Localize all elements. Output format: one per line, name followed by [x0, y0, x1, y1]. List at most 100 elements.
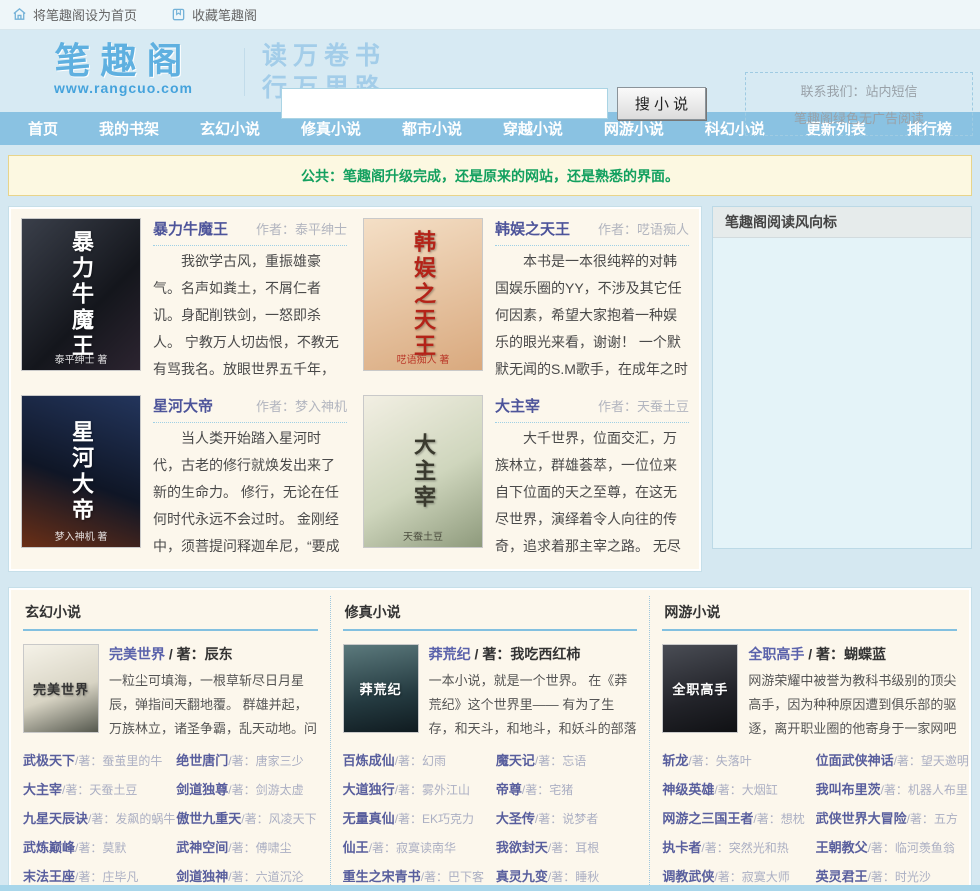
site-header: 笔趣阁 www.rangcuo.com 读万卷书 行万里路 搜 小 说 联系我们… [0, 30, 980, 136]
list-item[interactable]: 傲世九重天/著：风凌天下 [176, 804, 317, 833]
contact-box: 联系我们：站内短信 笔趣阁绿色无广告阅读 [745, 72, 973, 136]
site-logo[interactable]: 笔趣阁 www.rangcuo.com [16, 40, 231, 97]
list-item[interactable]: 大圣传/著：说梦者 [496, 804, 637, 833]
nav-item-bookshelf[interactable]: 我的书架 [99, 118, 159, 139]
nav-item-chuanyue[interactable]: 穿越小说 [503, 118, 563, 139]
featured-book-2: 韩娱之天王 呓语痴人 著 韩娱之天王 作者：呓语痴人 本书是一本很纯粹的对韩国娱… [363, 218, 689, 383]
book-cover[interactable]: 星河大帝 梦入神机 著 [21, 395, 141, 548]
list-item[interactable]: 武极天下/著：蚕茧里的牛 [23, 746, 176, 775]
list-item[interactable]: 网游之三国王者/著：想枕 [662, 804, 815, 833]
reading-trend-panel: 笔趣阁阅读风向标 [712, 206, 972, 549]
cover-title: 星河大帝 [69, 419, 94, 524]
book-cover[interactable]: 暴力牛魔王 泰平绅士 著 [21, 218, 141, 371]
book-cover[interactable]: 韩娱之天王 呓语痴人 著 [363, 218, 483, 371]
book-description: 大千世界，位面交汇，万族林立，群雄荟萃，一位位来自下位面的天之至尊，在这无尽世界… [495, 430, 681, 554]
search-button[interactable]: 搜 小 说 [617, 87, 706, 120]
book-title-link[interactable]: 韩娱之天王 [495, 218, 570, 239]
book-title-link[interactable]: 全职高手 [748, 646, 804, 662]
category-sections-panel: 玄幻小说 完美世界 完美世界 / 著：辰东 一粒尘可填海，一根草斩尽日月星辰，弹… [8, 587, 972, 891]
book-title-link[interactable]: 莽荒纪 [429, 646, 471, 662]
list-item[interactable]: 武侠世界大冒险/著：五方 [816, 804, 958, 833]
list-item[interactable]: 大主宰/著：天蚕土豆 [23, 775, 176, 804]
book-title-link[interactable]: 星河大帝 [153, 395, 213, 416]
bookmark-icon [171, 7, 186, 22]
favorite-label: 收藏笔趣阁 [192, 8, 258, 23]
cover-title: 暴力牛魔王 [69, 229, 94, 360]
nav-item-home[interactable]: 首页 [28, 118, 58, 139]
book-cover[interactable]: 全职高手 [662, 644, 739, 733]
slogan-line1: 读万卷书 [262, 42, 387, 70]
section-wangyou: 网游小说 全职高手 全职高手 / 著：蝴蝶蓝 网游荣耀中被誉为教科书级别的顶尖高… [649, 596, 969, 887]
list-item[interactable]: 仙王/著：寂寞读南华 [343, 833, 496, 862]
book-description: 本书是一本很纯粹的对韩国娱乐圈的YY，不涉及其它任何因素，希望大家抱着一种娱乐的… [495, 253, 688, 377]
book-author: 作者：泰平绅士 [255, 222, 347, 237]
nav-item-wangyou[interactable]: 网游小说 [604, 118, 664, 139]
book-list: 斩龙/著：失落叶 位面武侠神话/著：望天邀明 神级英雄/著：大烟缸 我叫布里茨/… [662, 746, 969, 891]
home-icon [12, 7, 27, 22]
book-description: 一本小说，就是一个世界。 在《莽荒纪》这个世界里—— 有为了生存，和天斗，和地斗… [428, 673, 637, 736]
book-author: 作者：梦入神机 [255, 399, 347, 414]
set-homepage-label: 将笔趣阁设为首页 [33, 8, 138, 23]
section-title[interactable]: 玄幻小说 [23, 600, 318, 631]
book-title-link[interactable]: 完美世界 [109, 646, 165, 662]
cover-title: 大主宰 [411, 432, 436, 511]
section-title[interactable]: 网游小说 [662, 600, 958, 631]
contact-line2: 笔趣阁绿色无广告阅读 [793, 111, 924, 126]
book-author: 作者：呓语痴人 [597, 222, 689, 237]
search-input[interactable] [281, 88, 608, 119]
list-item[interactable]: 执卡者/著：突然光和热 [662, 833, 815, 862]
logo-text: 笔趣阁 [54, 40, 193, 81]
list-item[interactable]: 大道独行/著：雾外江山 [343, 775, 496, 804]
list-item[interactable]: 剑道独尊/著：剑游太虚 [176, 775, 317, 804]
nav-item-dushi[interactable]: 都市小说 [402, 118, 462, 139]
list-item[interactable]: 位面武侠神话/著：望天邀明 [816, 746, 969, 775]
favorite-link[interactable]: 收藏笔趣阁 [171, 5, 257, 24]
cover-subtitle: 呓语痴人 著 [396, 355, 450, 366]
section-featured-book: 完美世界 完美世界 / 著：辰东 一粒尘可填海，一根草斩尽日月星辰，弹指间天翻地… [23, 644, 318, 739]
footer-strip [0, 885, 980, 891]
cover-subtitle: 梦入神机 著 [54, 532, 108, 543]
featured-book-3: 星河大帝 梦入神机 著 星河大帝 作者：梦入神机 当人类开始踏入星河时代，古老的… [21, 395, 347, 560]
book-list: 武极天下/著：蚕茧里的牛 绝世唐门/著：唐家三少 大主宰/著：天蚕土豆 剑道独尊… [23, 746, 318, 891]
list-item[interactable]: 武炼巅峰/著：莫默 [23, 833, 176, 862]
main-row: 暴力牛魔王 泰平绅士 著 暴力牛魔王 作者：泰平绅士 我欲学古风，重振雄豪气。名… [8, 206, 972, 572]
list-item[interactable]: 我欲封天/著：耳根 [496, 833, 637, 862]
list-item[interactable]: 我叫布里茨/著：机器人布里 [816, 775, 968, 804]
book-title-link[interactable]: 大主宰 [495, 395, 540, 416]
cover-title: 完美世界 [32, 682, 89, 697]
book-cover[interactable]: 完美世界 [23, 644, 99, 733]
book-cover[interactable]: 大主宰 天蚕土豆 [363, 395, 483, 548]
logo-divider [244, 48, 245, 96]
list-item[interactable]: 斩龙/著：失落叶 [662, 746, 815, 775]
list-item[interactable]: 王朝教父/著：临河羡鱼翁 [816, 833, 957, 862]
list-item[interactable]: 百炼成仙/著：幻雨 [343, 746, 496, 775]
book-author: / 著：我吃西红柿 [470, 646, 581, 662]
book-description: 一粒尘可填海，一根草斩尽日月星辰，弹指间天翻地覆。 群雄并起，万族林立，诸圣争霸… [109, 673, 318, 736]
cover-title: 莽荒纪 [359, 682, 402, 697]
list-item[interactable]: 无量真仙/著：EK巧克力 [343, 804, 496, 833]
logo-url: www.rangcuo.com [54, 80, 193, 96]
list-item[interactable]: 绝世唐门/著：唐家三少 [176, 746, 317, 775]
book-author: 作者：天蚕土豆 [597, 399, 689, 414]
cover-title: 韩娱之天王 [411, 229, 436, 360]
sidebar-title: 笔趣阁阅读风向标 [713, 207, 971, 238]
book-list: 百炼成仙/著：幻雨 魔天记/著：忘语 大道独行/著：雾外江山 帝尊/著：宅猪 无… [343, 746, 638, 891]
book-description: 当人类开始踏入星河时代，古老的修行就焕发出来了新的生命力。 修行，无论在任何时代… [153, 430, 340, 554]
section-featured-book: 全职高手 全职高手 / 著：蝴蝶蓝 网游荣耀中被誉为教科书级别的顶尖高手，因为种… [662, 644, 957, 739]
list-item[interactable]: 魔天记/著：忘语 [496, 746, 637, 775]
list-item[interactable]: 帝尊/著：宅猪 [496, 775, 637, 804]
set-homepage-link[interactable]: 将笔趣阁设为首页 [12, 5, 137, 24]
book-cover[interactable]: 莽荒纪 [342, 644, 419, 733]
featured-books-panel: 暴力牛魔王 泰平绅士 著 暴力牛魔王 作者：泰平绅士 我欲学古风，重振雄豪气。名… [8, 206, 702, 572]
nav-item-xiuzhen[interactable]: 修真小说 [301, 118, 361, 139]
book-description: 网游荣耀中被誉为教科书级别的顶尖高手，因为种种原因遭到俱乐部的驱逐，离开职业圈的… [748, 673, 957, 736]
book-description: 我欲学古风，重振雄豪气。名声如粪土，不屑仁者讥。身配削铁剑，一怒即杀人。 宁教万… [153, 253, 339, 377]
list-item[interactable]: 九星天辰诀/著：发飙的蜗牛 [23, 804, 176, 833]
cover-title: 全职高手 [672, 682, 729, 697]
list-item[interactable]: 武神空间/著：傅啸尘 [176, 833, 317, 862]
cover-subtitle: 天蚕土豆 [403, 532, 443, 543]
book-title-link[interactable]: 暴力牛魔王 [153, 218, 228, 239]
section-title[interactable]: 修真小说 [342, 600, 638, 631]
nav-item-xuanhuan[interactable]: 玄幻小说 [200, 118, 260, 139]
list-item[interactable]: 神级英雄/著：大烟缸 [662, 775, 815, 804]
